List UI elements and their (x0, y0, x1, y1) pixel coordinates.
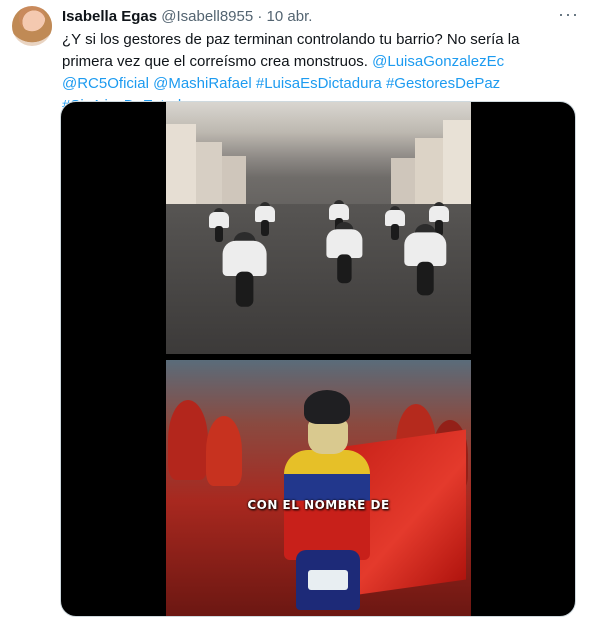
hashtag-gestoresdepaz[interactable]: #GestoresDePaz (386, 75, 500, 92)
more-horizontal-icon[interactable]: ··· (558, 4, 578, 24)
tweet-header: Isabella Egas @Isabell8955 · 10 abr. (62, 7, 312, 27)
motorcycle-convoy-image (166, 102, 471, 354)
avatar[interactable] (12, 6, 52, 46)
rider-with-flag-image: CON EL NOMBRE DE (166, 360, 471, 616)
image-caption: CON EL NOMBRE DE (247, 498, 390, 512)
mention-mashirafael[interactable]: @MashiRafael (153, 75, 252, 92)
mention-luisagonzalezec[interactable]: @LuisaGonzalezEc (372, 53, 504, 70)
tweet[interactable]: Isabella Egas @Isabell8955 · 10 abr. ···… (0, 0, 592, 628)
author-name[interactable]: Isabella Egas (62, 8, 157, 25)
tweet-media[interactable]: CON EL NOMBRE DE (60, 101, 576, 617)
mention-rc5oficial[interactable]: @RC5Oficial (62, 75, 149, 92)
author-handle[interactable]: @Isabell8955 (161, 8, 253, 25)
separator: · (257, 8, 263, 25)
tweet-date[interactable]: 10 abr. (267, 8, 313, 25)
hashtag-luisaesdictadura[interactable]: #LuisaEsDictadura (256, 75, 382, 92)
